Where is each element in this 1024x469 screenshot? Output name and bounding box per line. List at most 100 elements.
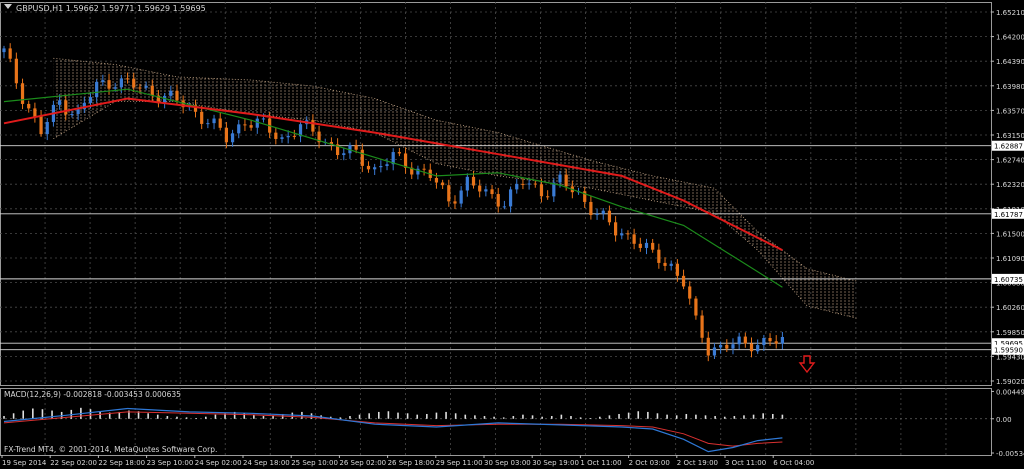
candle-body[interactable]	[20, 83, 25, 104]
candle-body[interactable]	[780, 336, 784, 344]
candle-body[interactable]	[453, 201, 457, 204]
candle-body[interactable]	[360, 149, 364, 166]
candle-body[interactable]	[119, 78, 123, 88]
candle-body[interactable]	[508, 189, 513, 207]
candle-body[interactable]	[484, 189, 488, 192]
candle-body[interactable]	[558, 174, 562, 183]
candle-body[interactable]	[76, 109, 80, 114]
candle-body[interactable]	[255, 118, 259, 128]
candle-body[interactable]	[366, 165, 371, 170]
candle-body[interactable]	[644, 242, 649, 248]
candle-body[interactable]	[311, 120, 315, 132]
candle-body[interactable]	[675, 263, 679, 276]
candle-body[interactable]	[521, 183, 525, 185]
candle-body[interactable]	[57, 100, 62, 105]
candle-body[interactable]	[601, 210, 605, 214]
candle-body[interactable]	[490, 189, 494, 195]
candle-body[interactable]	[737, 336, 741, 345]
candle-body[interactable]	[292, 135, 296, 137]
candle-body[interactable]	[589, 201, 593, 216]
candle-body[interactable]	[663, 262, 667, 266]
candle-body[interactable]	[230, 133, 235, 143]
candle-body[interactable]	[620, 233, 624, 236]
candle-body[interactable]	[397, 152, 401, 154]
candle-body[interactable]	[471, 176, 476, 186]
candle-body[interactable]	[237, 124, 241, 134]
candle-body[interactable]	[169, 90, 173, 96]
candle-body[interactable]	[379, 165, 383, 168]
candle-body[interactable]	[539, 184, 544, 197]
candle-body[interactable]	[515, 183, 519, 190]
candle-body[interactable]	[261, 118, 266, 120]
candle-body[interactable]	[725, 344, 729, 349]
candle-body[interactable]	[700, 315, 704, 338]
candle-body[interactable]	[657, 249, 661, 263]
candle-body[interactable]	[286, 135, 290, 138]
candle-body[interactable]	[175, 90, 179, 101]
candle-body[interactable]	[756, 345, 760, 352]
candle-body[interactable]	[502, 206, 506, 208]
candle-body[interactable]	[354, 144, 358, 150]
candle-body[interactable]	[638, 243, 642, 248]
candle-body[interactable]	[33, 108, 37, 117]
candle-body[interactable]	[101, 80, 105, 82]
candle-body[interactable]	[2, 48, 6, 53]
candle-body[interactable]	[14, 58, 18, 84]
candle-body[interactable]	[749, 343, 754, 352]
candle-body[interactable]	[138, 87, 142, 89]
candle-body[interactable]	[706, 337, 710, 356]
candle-body[interactable]	[45, 121, 49, 135]
candle-body[interactable]	[64, 100, 68, 115]
candle-body[interactable]	[200, 111, 204, 124]
candle-body[interactable]	[434, 177, 439, 183]
candle-body[interactable]	[150, 85, 154, 96]
candle-body[interactable]	[743, 336, 747, 344]
candle-body[interactable]	[274, 132, 278, 139]
candle-body[interactable]	[681, 275, 686, 287]
candle-body[interactable]	[95, 81, 99, 98]
candle-body[interactable]	[224, 127, 228, 143]
candle-body[interactable]	[768, 338, 772, 342]
candle-body[interactable]	[613, 222, 618, 236]
candle-body[interactable]	[403, 153, 408, 168]
candle-body[interactable]	[88, 97, 93, 103]
candle-body[interactable]	[107, 80, 111, 89]
candle-body[interactable]	[27, 103, 31, 109]
candle-body[interactable]	[712, 347, 717, 356]
candle-body[interactable]	[626, 233, 630, 235]
candle-body[interactable]	[113, 87, 117, 89]
candle-body[interactable]	[206, 123, 210, 125]
candle-body[interactable]	[373, 167, 377, 170]
candle-body[interactable]	[607, 210, 612, 223]
candle-body[interactable]	[39, 116, 43, 135]
candle-body[interactable]	[731, 344, 735, 349]
candle-body[interactable]	[125, 78, 130, 80]
candle-body[interactable]	[478, 185, 482, 192]
candle-body[interactable]	[385, 164, 389, 166]
candle-body[interactable]	[564, 174, 568, 187]
candle-body[interactable]	[459, 190, 463, 204]
candle-body[interactable]	[342, 153, 346, 156]
candle-body[interactable]	[70, 113, 74, 115]
candle-body[interactable]	[527, 183, 531, 185]
candle-body[interactable]	[422, 168, 426, 170]
candle-body[interactable]	[243, 124, 247, 126]
candle-body[interactable]	[762, 338, 766, 346]
candle-body[interactable]	[218, 118, 222, 128]
candle-body[interactable]	[632, 234, 636, 244]
candle-body[interactable]	[533, 183, 537, 185]
candle-body[interactable]	[774, 341, 778, 344]
candle-body[interactable]	[447, 185, 451, 202]
candle-body[interactable]	[496, 194, 500, 207]
candle-body[interactable]	[688, 286, 692, 299]
candle-body[interactable]	[465, 176, 469, 191]
candle-body[interactable]	[669, 263, 673, 266]
candle-body[interactable]	[441, 182, 445, 186]
candle-body[interactable]	[132, 78, 136, 88]
candle-body[interactable]	[8, 48, 12, 59]
candle-body[interactable]	[249, 125, 253, 128]
candle-body[interactable]	[595, 213, 599, 216]
candle-body[interactable]	[719, 344, 723, 348]
candle-body[interactable]	[651, 242, 655, 250]
candle-body[interactable]	[144, 85, 148, 88]
